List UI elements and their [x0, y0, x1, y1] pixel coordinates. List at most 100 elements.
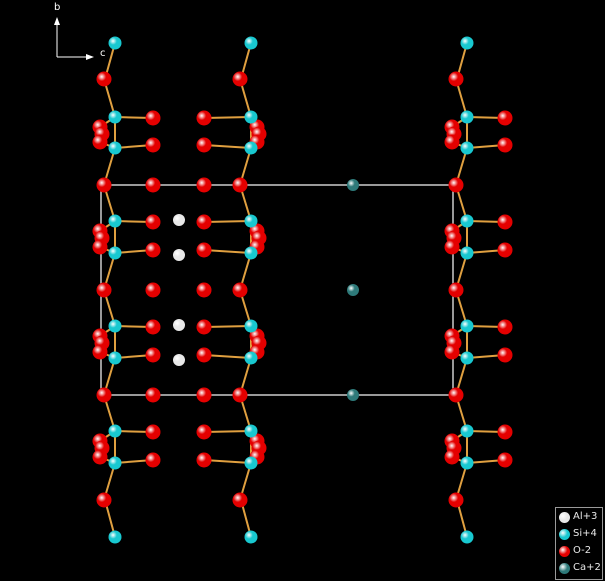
o-atom — [196, 319, 212, 335]
crystal-structure-view — [0, 0, 605, 581]
si-atom — [244, 424, 258, 438]
si-atom — [108, 351, 122, 365]
o-atom — [196, 282, 212, 298]
o-atom — [448, 387, 464, 403]
o-atom — [497, 242, 513, 258]
ca-atom — [347, 389, 359, 401]
o-atom — [196, 137, 212, 153]
si-atom — [460, 424, 474, 438]
legend-label-si: Si+4 — [573, 528, 597, 539]
si-atom — [460, 36, 474, 50]
o-atom — [444, 449, 460, 465]
si-atom — [244, 530, 258, 544]
si-atom-swatch-icon — [559, 528, 570, 540]
o-atom — [145, 282, 161, 298]
o-atom — [444, 239, 460, 255]
o-atom — [448, 492, 464, 508]
al-atom-swatch-icon — [559, 511, 570, 523]
ca-atom — [347, 284, 359, 296]
legend-label-al: Al+3 — [573, 511, 598, 522]
o-atom — [145, 424, 161, 440]
si-atom — [244, 214, 258, 228]
al-atom — [173, 214, 185, 226]
o-atom — [96, 492, 112, 508]
o-atom — [196, 177, 212, 193]
si-atom — [460, 456, 474, 470]
o-atom — [145, 137, 161, 153]
o-atom — [196, 214, 212, 230]
o-atom — [196, 387, 212, 403]
si-atom — [460, 530, 474, 544]
legend-item-ca: Ca+2 — [559, 561, 601, 575]
si-atom — [108, 110, 122, 124]
si-atom — [244, 319, 258, 333]
o-atom — [444, 344, 460, 360]
o-atom — [448, 177, 464, 193]
o-atom — [497, 214, 513, 230]
o-atom — [145, 387, 161, 403]
legend-label-ca: Ca+2 — [573, 562, 601, 573]
o-atom — [232, 71, 248, 87]
o-atom — [497, 319, 513, 335]
si-atom — [108, 246, 122, 260]
o-atom — [145, 347, 161, 363]
o-atom — [196, 424, 212, 440]
o-atom — [448, 282, 464, 298]
legend-item-o: O-2 — [559, 544, 591, 558]
si-atom — [108, 36, 122, 50]
o-atom — [497, 424, 513, 440]
o-atom — [232, 282, 248, 298]
si-atom — [244, 36, 258, 50]
o-atom — [196, 110, 212, 126]
si-atom — [460, 319, 474, 333]
o-atom — [145, 177, 161, 193]
b-axis-label: b — [54, 2, 61, 13]
si-atom — [460, 246, 474, 260]
al-atom — [173, 354, 185, 366]
al-atom — [173, 249, 185, 261]
si-atom — [108, 319, 122, 333]
o-atom — [232, 177, 248, 193]
ca-atom-swatch-icon — [559, 562, 570, 574]
si-atom — [460, 110, 474, 124]
si-atom — [244, 246, 258, 260]
o-atom — [232, 492, 248, 508]
o-atom — [196, 452, 212, 468]
o-atom — [145, 319, 161, 335]
o-atom — [444, 134, 460, 150]
o-atom — [145, 214, 161, 230]
si-atom — [108, 530, 122, 544]
si-atom — [108, 141, 122, 155]
si-atom — [460, 141, 474, 155]
o-atom — [92, 239, 108, 255]
o-atom — [96, 387, 112, 403]
o-atom — [497, 452, 513, 468]
o-atom — [145, 242, 161, 258]
o-atom — [145, 110, 161, 126]
legend-item-al: Al+3 — [559, 510, 597, 524]
o-atom-swatch-icon — [559, 545, 570, 557]
o-atom — [92, 344, 108, 360]
o-atom — [92, 449, 108, 465]
o-atom — [96, 282, 112, 298]
o-atom — [448, 71, 464, 87]
si-atom — [108, 214, 122, 228]
o-atom — [96, 177, 112, 193]
si-atom — [244, 110, 258, 124]
o-atom — [92, 134, 108, 150]
o-atom — [497, 110, 513, 126]
si-atom — [460, 351, 474, 365]
si-atom — [108, 456, 122, 470]
legend-item-si: Si+4 — [559, 527, 597, 541]
si-atom — [244, 141, 258, 155]
o-atom — [196, 242, 212, 258]
o-atom — [145, 452, 161, 468]
ca-atom — [347, 179, 359, 191]
o-atom — [232, 387, 248, 403]
o-atom — [497, 347, 513, 363]
si-atom — [108, 424, 122, 438]
si-atom — [460, 214, 474, 228]
element-legend: Al+3 Si+4 O-2 Ca+2 — [555, 507, 603, 580]
si-atom — [244, 351, 258, 365]
al-atom — [173, 319, 185, 331]
